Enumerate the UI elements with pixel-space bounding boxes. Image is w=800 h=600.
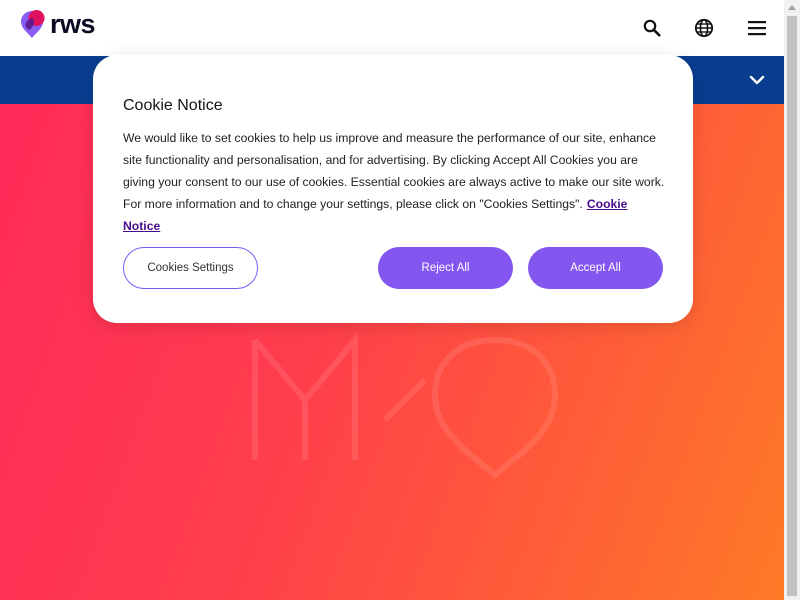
page: rws Cookie Notice We would like to set c…: [0, 0, 800, 600]
search-icon[interactable]: [641, 17, 663, 39]
chevron-down-icon[interactable]: [748, 71, 766, 89]
rws-logo-icon: [21, 10, 45, 38]
cookie-notice-dialog: Cookie Notice We would like to set cooki…: [93, 55, 693, 323]
accept-all-button[interactable]: Accept All: [528, 247, 663, 289]
vertical-scrollbar[interactable]: [784, 0, 800, 600]
globe-icon[interactable]: [693, 17, 715, 39]
cookie-notice-title: Cookie Notice: [123, 97, 223, 114]
cookies-settings-button[interactable]: Cookies Settings: [123, 247, 258, 289]
cookie-notice-body: We would like to set cookies to help us …: [123, 131, 665, 211]
hero-watermark-graphic: [252, 331, 559, 479]
site-header: rws: [0, 0, 784, 56]
scrollbar-thumb[interactable]: [787, 16, 797, 596]
menu-icon[interactable]: [746, 17, 768, 39]
logo-text: rws: [50, 9, 96, 39]
rws-logo[interactable]: rws: [18, 9, 96, 39]
reject-all-button[interactable]: Reject All: [378, 247, 513, 289]
cookie-notice-text: We would like to set cookies to help us …: [123, 127, 668, 237]
scroll-up-arrow-icon[interactable]: [788, 5, 796, 10]
